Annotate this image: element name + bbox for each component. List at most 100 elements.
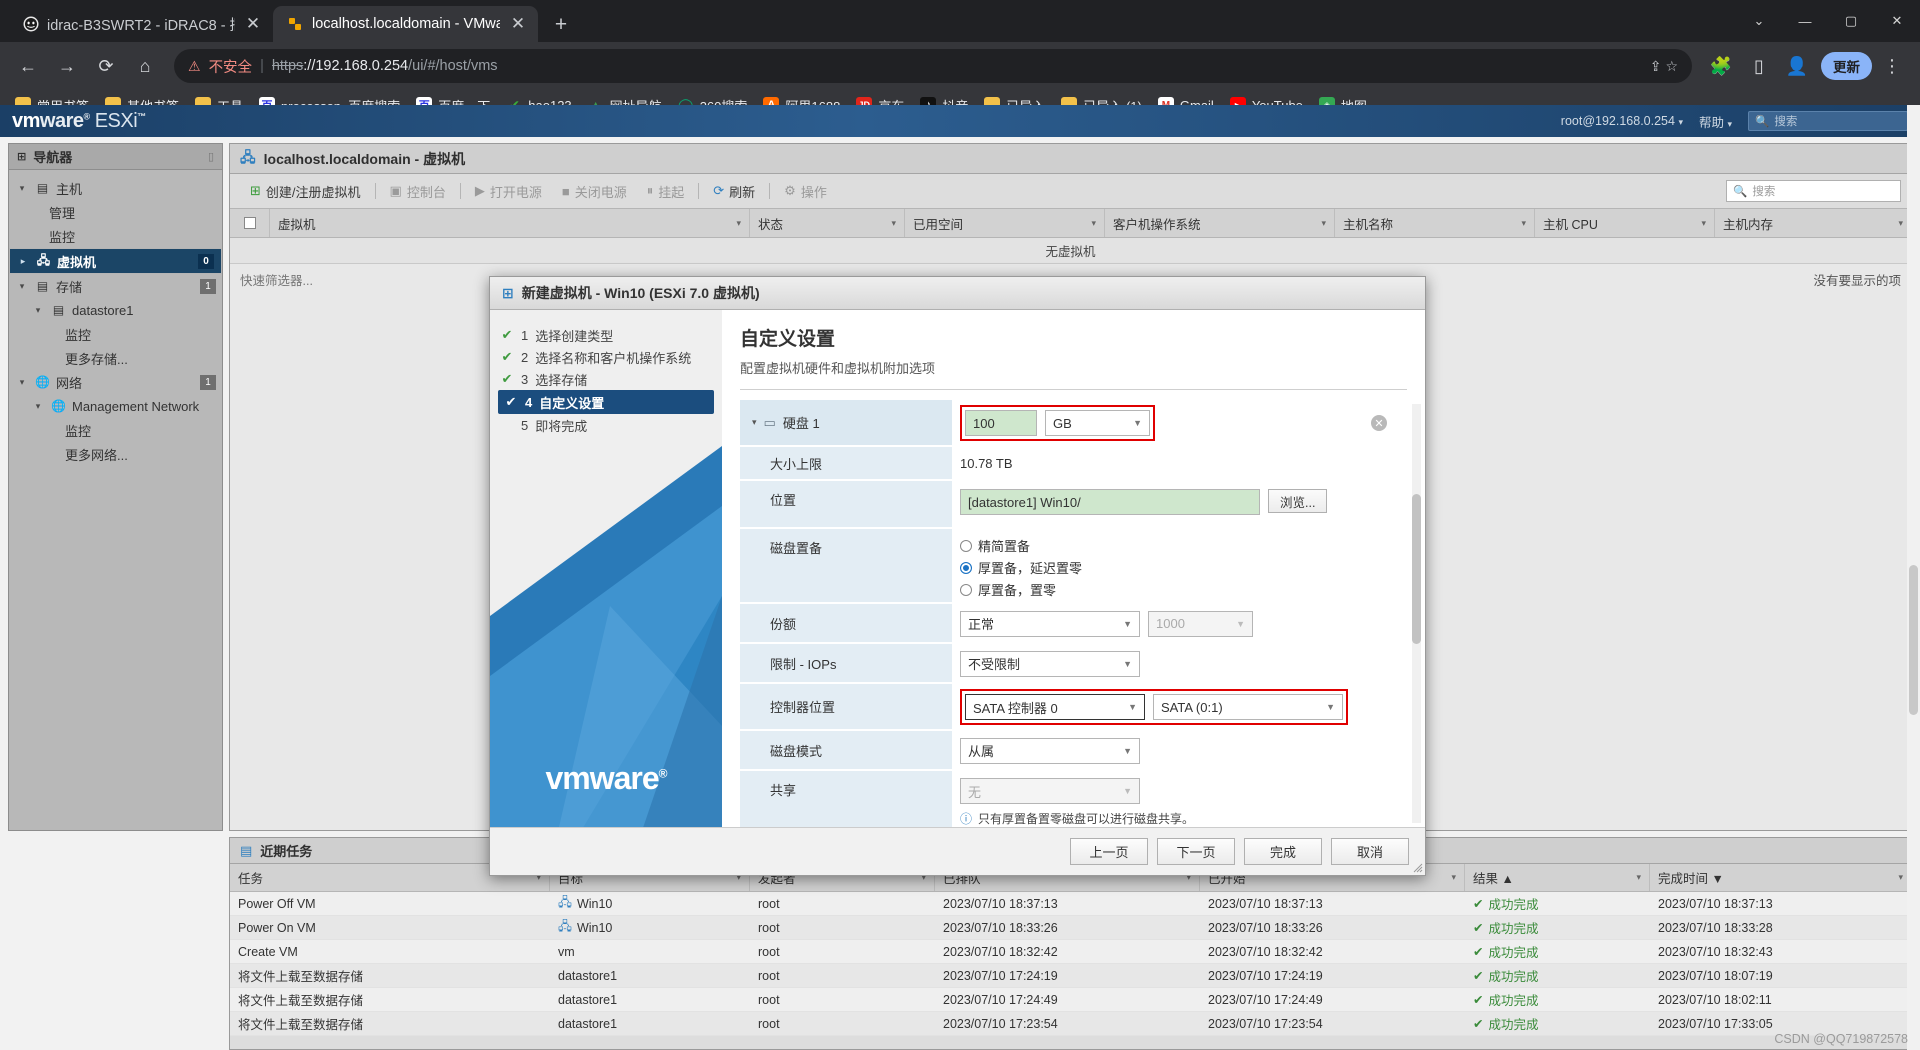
user-menu[interactable]: root@192.168.0.254 ▾ xyxy=(1561,114,1683,128)
sharing-select[interactable]: 无 ▼ xyxy=(960,778,1140,804)
finish-button[interactable]: 完成 xyxy=(1244,838,1322,865)
actions-button[interactable]: ⚙ 操作 xyxy=(774,179,837,203)
sidebar-item-networking[interactable]: ▾ 🌐 网络 1 xyxy=(9,370,222,394)
sidepanel-icon[interactable]: ▯ xyxy=(1741,48,1777,84)
disk-mode-select[interactable]: 从属 ▼ xyxy=(960,737,1140,764)
select-all-checkbox-cell[interactable] xyxy=(230,209,270,237)
disk-size-input[interactable]: 100 xyxy=(965,410,1037,436)
column-header-host-name[interactable]: 主机名称 ▾ xyxy=(1335,209,1535,237)
back-icon[interactable]: ← xyxy=(10,48,46,84)
next-button[interactable]: 下一页 xyxy=(1157,838,1235,865)
minimize-button[interactable]: — xyxy=(1782,0,1828,42)
update-button[interactable]: 更新 xyxy=(1821,52,1872,80)
radio-button[interactable] xyxy=(960,583,972,596)
chevron-down-icon[interactable]: ▾ xyxy=(1890,218,1903,229)
share-icon[interactable]: ⇪ xyxy=(1650,58,1662,75)
disk-size-unit-select[interactable]: GB ▼ xyxy=(1045,410,1150,436)
home-icon[interactable]: ⌂ xyxy=(127,48,163,84)
column-header-guest-os[interactable]: 客户机操作系统 ▾ xyxy=(1105,209,1335,237)
sidebar-item-virtual-machines[interactable]: ▸ 🖧 虚拟机 0 xyxy=(9,248,222,274)
sidebar-item-host-manage[interactable]: 管理 xyxy=(9,200,222,224)
resize-grip-icon[interactable] xyxy=(1412,862,1423,873)
back-button[interactable]: 上一页 xyxy=(1070,838,1148,865)
browse-button[interactable]: 浏览... xyxy=(1268,489,1328,513)
radio-thin-provision[interactable]: 精简置备 xyxy=(960,537,1030,554)
twisty-icon[interactable]: ▾ xyxy=(15,183,29,194)
wizard-step-3[interactable]: ✔ 3 选择存储 xyxy=(490,368,722,390)
scrollbar-thumb[interactable] xyxy=(1412,494,1421,644)
sidebar-item-host[interactable]: ▾ ▤ 主机 xyxy=(9,176,222,200)
twisty-icon[interactable]: ▾ xyxy=(31,305,45,316)
chevron-down-icon[interactable]: ▾ xyxy=(1313,218,1326,229)
profile-icon[interactable]: 👤 xyxy=(1779,48,1815,84)
controller-select[interactable]: SATA 控制器 0 ▼ xyxy=(965,694,1145,720)
form-scrollbar[interactable] xyxy=(1412,404,1421,823)
refresh-button[interactable]: ⟳ 刷新 xyxy=(703,179,765,203)
page-scrollbar[interactable] xyxy=(1907,105,1920,1050)
power-on-button[interactable]: ▶ 打开电源 xyxy=(465,179,552,203)
star-icon[interactable]: ☆ xyxy=(1665,58,1678,75)
close-icon[interactable]: ✕ xyxy=(243,14,263,34)
column-header-host-memory[interactable]: 主机内存 ▾ xyxy=(1715,209,1911,237)
address-bar[interactable]: ⚠ 不安全 | https://192.168.0.254/ui/#/host/… xyxy=(174,49,1692,83)
cancel-button[interactable]: 取消 xyxy=(1331,838,1409,865)
dialog-title-bar[interactable]: ⊞ 新建虚拟机 - Win10 (ESXi 7.0 虚拟机) xyxy=(490,277,1425,310)
wizard-step-1[interactable]: ✔ 1 选择创建类型 xyxy=(490,324,722,346)
twisty-icon[interactable]: ▸ xyxy=(16,256,30,267)
column-header-host-cpu[interactable]: 主机 CPU ▾ xyxy=(1535,209,1715,237)
radio-thick-lazy-zeroed[interactable]: 厚置备，延迟置零 xyxy=(960,559,1082,576)
chevron-down-icon[interactable]: ▾ xyxy=(1892,872,1903,883)
limit-iops-select[interactable]: 不受限制 ▼ xyxy=(960,650,1140,677)
power-off-button[interactable]: ■ 关闭电源 xyxy=(552,179,637,203)
select-all-checkbox[interactable] xyxy=(243,217,256,229)
radio-thick-eager-zeroed[interactable]: 厚置备，置零 xyxy=(960,581,1056,598)
radio-button[interactable] xyxy=(960,539,972,552)
chevron-down-icon[interactable]: ▾ xyxy=(1083,218,1096,229)
maximize-button[interactable]: ▢ xyxy=(1828,0,1874,42)
column-header-status[interactable]: 状态 ▾ xyxy=(750,209,905,237)
tab-search-icon[interactable]: ⌄ xyxy=(1736,0,1782,42)
table-row[interactable]: 将文件上载至数据存储 datastore1 root 2023/07/10 17… xyxy=(230,1012,1911,1036)
chevron-down-icon[interactable]: ▾ xyxy=(752,417,757,428)
twisty-icon[interactable]: ▾ xyxy=(31,401,45,412)
wizard-step-2[interactable]: ✔ 2 选择名称和客户机操作系统 xyxy=(490,346,722,368)
scrollbar-thumb[interactable] xyxy=(1909,565,1918,715)
controller-node-select[interactable]: SATA (0:1) ▼ xyxy=(1153,694,1343,720)
chevron-down-icon[interactable]: ▾ xyxy=(1445,872,1456,883)
extensions-icon[interactable]: 🧩 xyxy=(1703,48,1739,84)
quick-filter-input[interactable]: 快速筛选器... xyxy=(240,270,313,289)
browser-tab-1[interactable]: idrac-B3SWRT2 - iDRAC8 - 摘要 ✕ xyxy=(8,6,273,42)
global-search-input[interactable]: 🔍 搜索 xyxy=(1748,111,1908,131)
radio-button-selected[interactable] xyxy=(960,561,972,574)
table-row[interactable]: Create VM vm root 2023/07/10 18:32:42 20… xyxy=(230,940,1911,964)
column-header-completed[interactable]: 完成时间 ▼ ▾ xyxy=(1650,864,1911,891)
chevron-down-icon[interactable]: ▾ xyxy=(883,218,896,229)
chevron-down-icon[interactable]: ▾ xyxy=(1513,218,1526,229)
table-row[interactable]: 将文件上载至数据存储 datastore1 root 2023/07/10 17… xyxy=(230,988,1911,1012)
chevron-down-icon[interactable]: ▾ xyxy=(1693,218,1706,229)
collapse-icon[interactable]: ▯ xyxy=(208,150,214,163)
remove-circle-icon[interactable]: ✕ xyxy=(1371,415,1387,431)
suspend-button[interactable]: ⏸ 挂起 xyxy=(637,179,695,203)
sidebar-item-datastore-monitor[interactable]: 监控 xyxy=(9,322,222,346)
sidebar-item-storage[interactable]: ▾ ▤ 存储 1 xyxy=(9,274,222,298)
chevron-down-icon[interactable]: ▾ xyxy=(728,218,741,229)
column-header-vm[interactable]: 虚拟机 ▾ xyxy=(270,209,750,237)
window-close-button[interactable]: ✕ xyxy=(1874,0,1920,42)
shares-value-select[interactable]: 1000 ▼ xyxy=(1148,610,1253,637)
console-button[interactable]: ▣ 控制台 xyxy=(380,179,456,203)
help-menu[interactable]: 帮助 ▾ xyxy=(1699,112,1732,131)
location-input[interactable]: [datastore1] Win10/ xyxy=(960,489,1260,515)
vm-search-input[interactable]: 🔍 搜索 xyxy=(1726,180,1901,202)
column-header-used-space[interactable]: 已用空间 ▾ xyxy=(905,209,1105,237)
reload-icon[interactable]: ⟳ xyxy=(88,48,124,84)
table-row[interactable]: Power On VM 🖧 Win10 root 2023/07/10 18:33… xyxy=(230,916,1911,940)
sidebar-item-datastore1[interactable]: ▾ ▤ datastore1 xyxy=(9,298,222,322)
sidebar-item-more-networks[interactable]: 更多网络... xyxy=(9,442,222,466)
close-icon[interactable]: ✕ xyxy=(508,14,528,34)
chevron-down-icon[interactable]: ▾ xyxy=(1630,872,1641,883)
wizard-step-5[interactable]: 5 即将完成 xyxy=(490,414,722,436)
twisty-icon[interactable]: ▾ xyxy=(15,281,29,292)
new-tab-button[interactable]: + xyxy=(544,8,578,42)
sidebar-item-network-monitor[interactable]: 监控 xyxy=(9,418,222,442)
